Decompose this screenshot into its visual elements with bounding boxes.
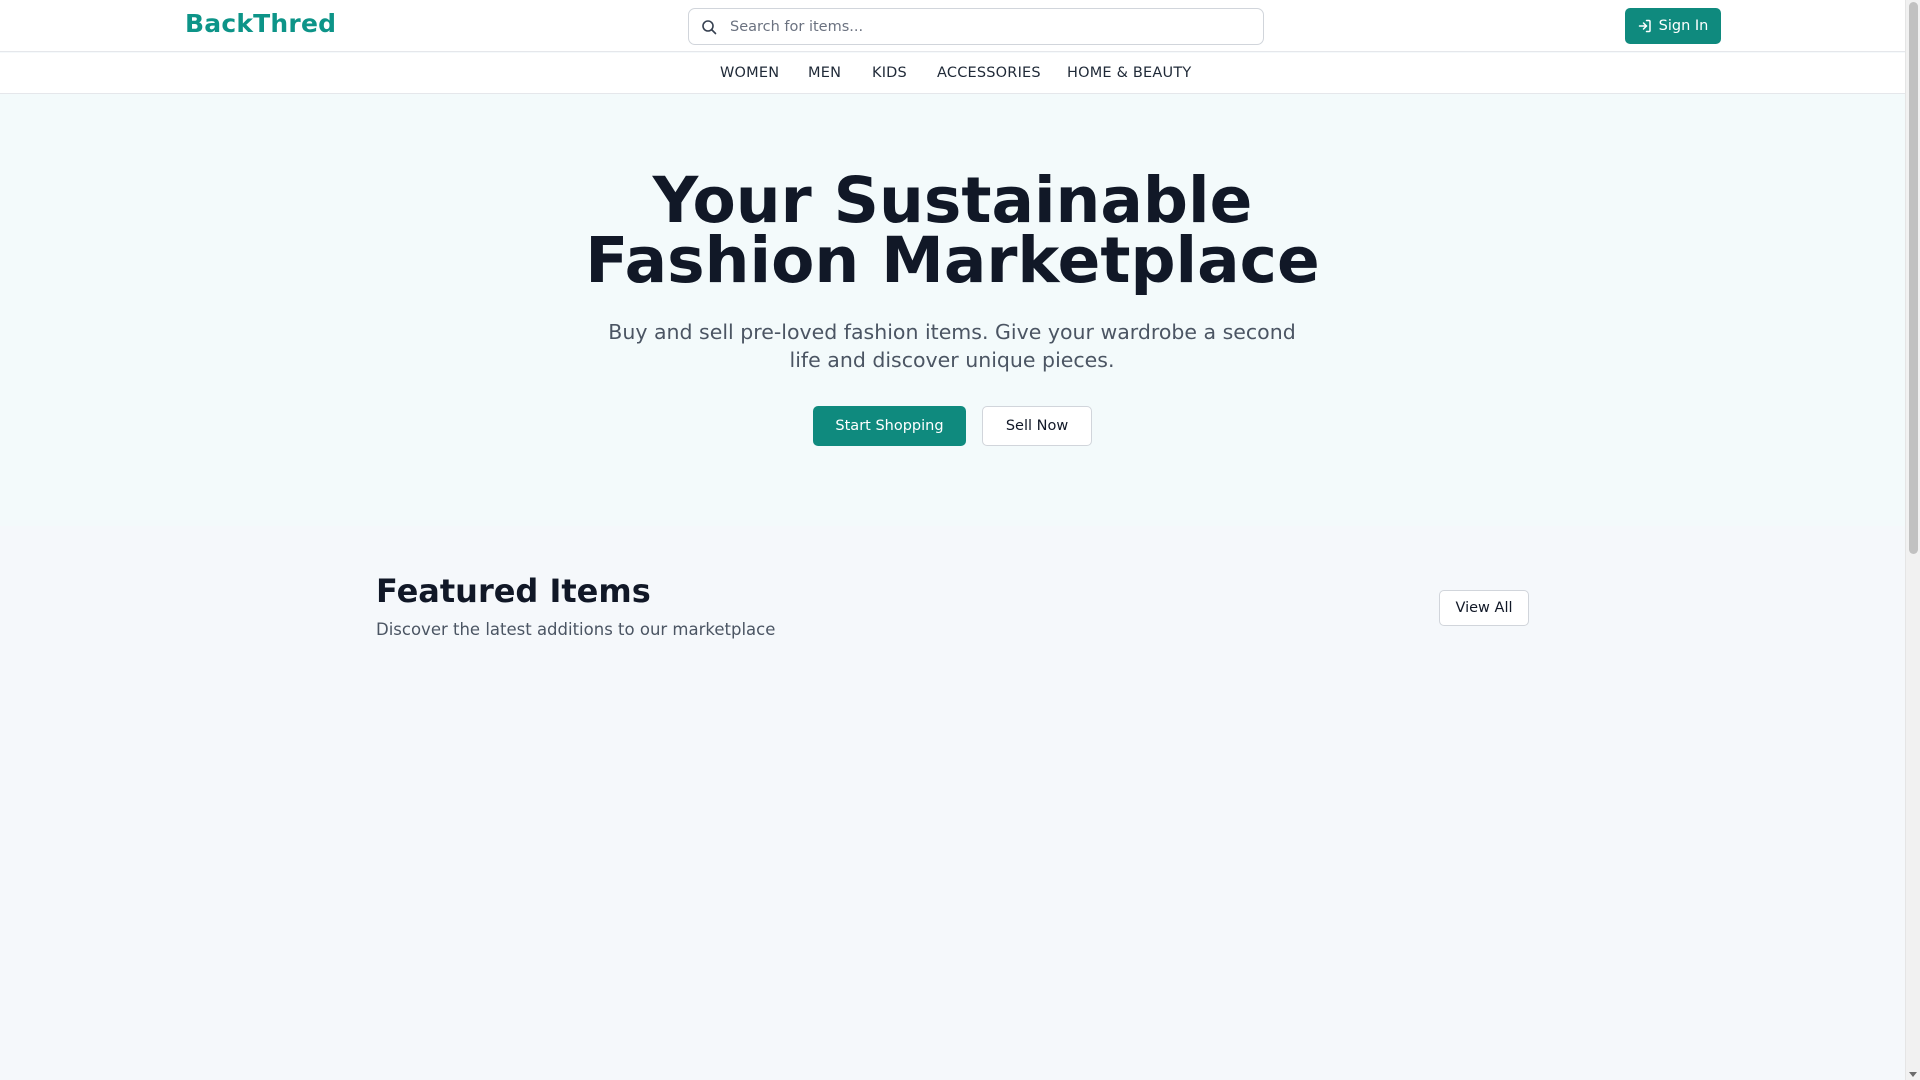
nav-item-home-beauty[interactable]: HOME & BEAUTY	[1067, 65, 1191, 81]
nav-item-kids[interactable]: KIDS	[872, 65, 907, 81]
search-icon	[701, 19, 717, 35]
featured-subtitle: Discover the latest additions to our mar…	[376, 620, 776, 639]
view-all-button[interactable]: View All	[1439, 590, 1529, 626]
scrollbar-thumb[interactable]	[1909, 2, 1918, 554]
hero-title: Your Sustainable Fashion Marketplace	[585, 164, 1320, 297]
sign-in-label: Sign In	[1658, 18, 1709, 34]
sign-in-icon	[1638, 19, 1652, 33]
featured-title: Featured Items	[376, 572, 651, 610]
page-scrollbar[interactable]	[1905, 0, 1920, 1080]
nav-item-men[interactable]: MEN	[808, 65, 841, 81]
logo[interactable]: BackThred	[185, 9, 336, 38]
search-input[interactable]	[730, 18, 1230, 35]
nav-item-accessories[interactable]: ACCESSORIES	[937, 65, 1041, 81]
category-nav: WOMEN MEN KIDS ACCESSORIES HOME & BEAUTY	[0, 53, 1905, 94]
top-header: BackThred Sign In	[0, 0, 1905, 52]
search-bar[interactable]	[688, 8, 1264, 45]
nav-item-women[interactable]: WOMEN	[720, 65, 779, 81]
featured-section: Featured Items Discover the latest addit…	[0, 526, 1905, 1080]
hero-section: Your Sustainable Fashion Marketplace Buy…	[0, 94, 1905, 526]
hero-subtitle: Buy and sell pre-loved fashion items. Gi…	[608, 320, 1296, 372]
scroll-down-arrow-icon[interactable]	[1909, 1072, 1917, 1077]
sign-in-button[interactable]: Sign In	[1625, 8, 1721, 44]
sell-now-button[interactable]: Sell Now	[982, 406, 1092, 446]
start-shopping-button[interactable]: Start Shopping	[813, 406, 966, 446]
